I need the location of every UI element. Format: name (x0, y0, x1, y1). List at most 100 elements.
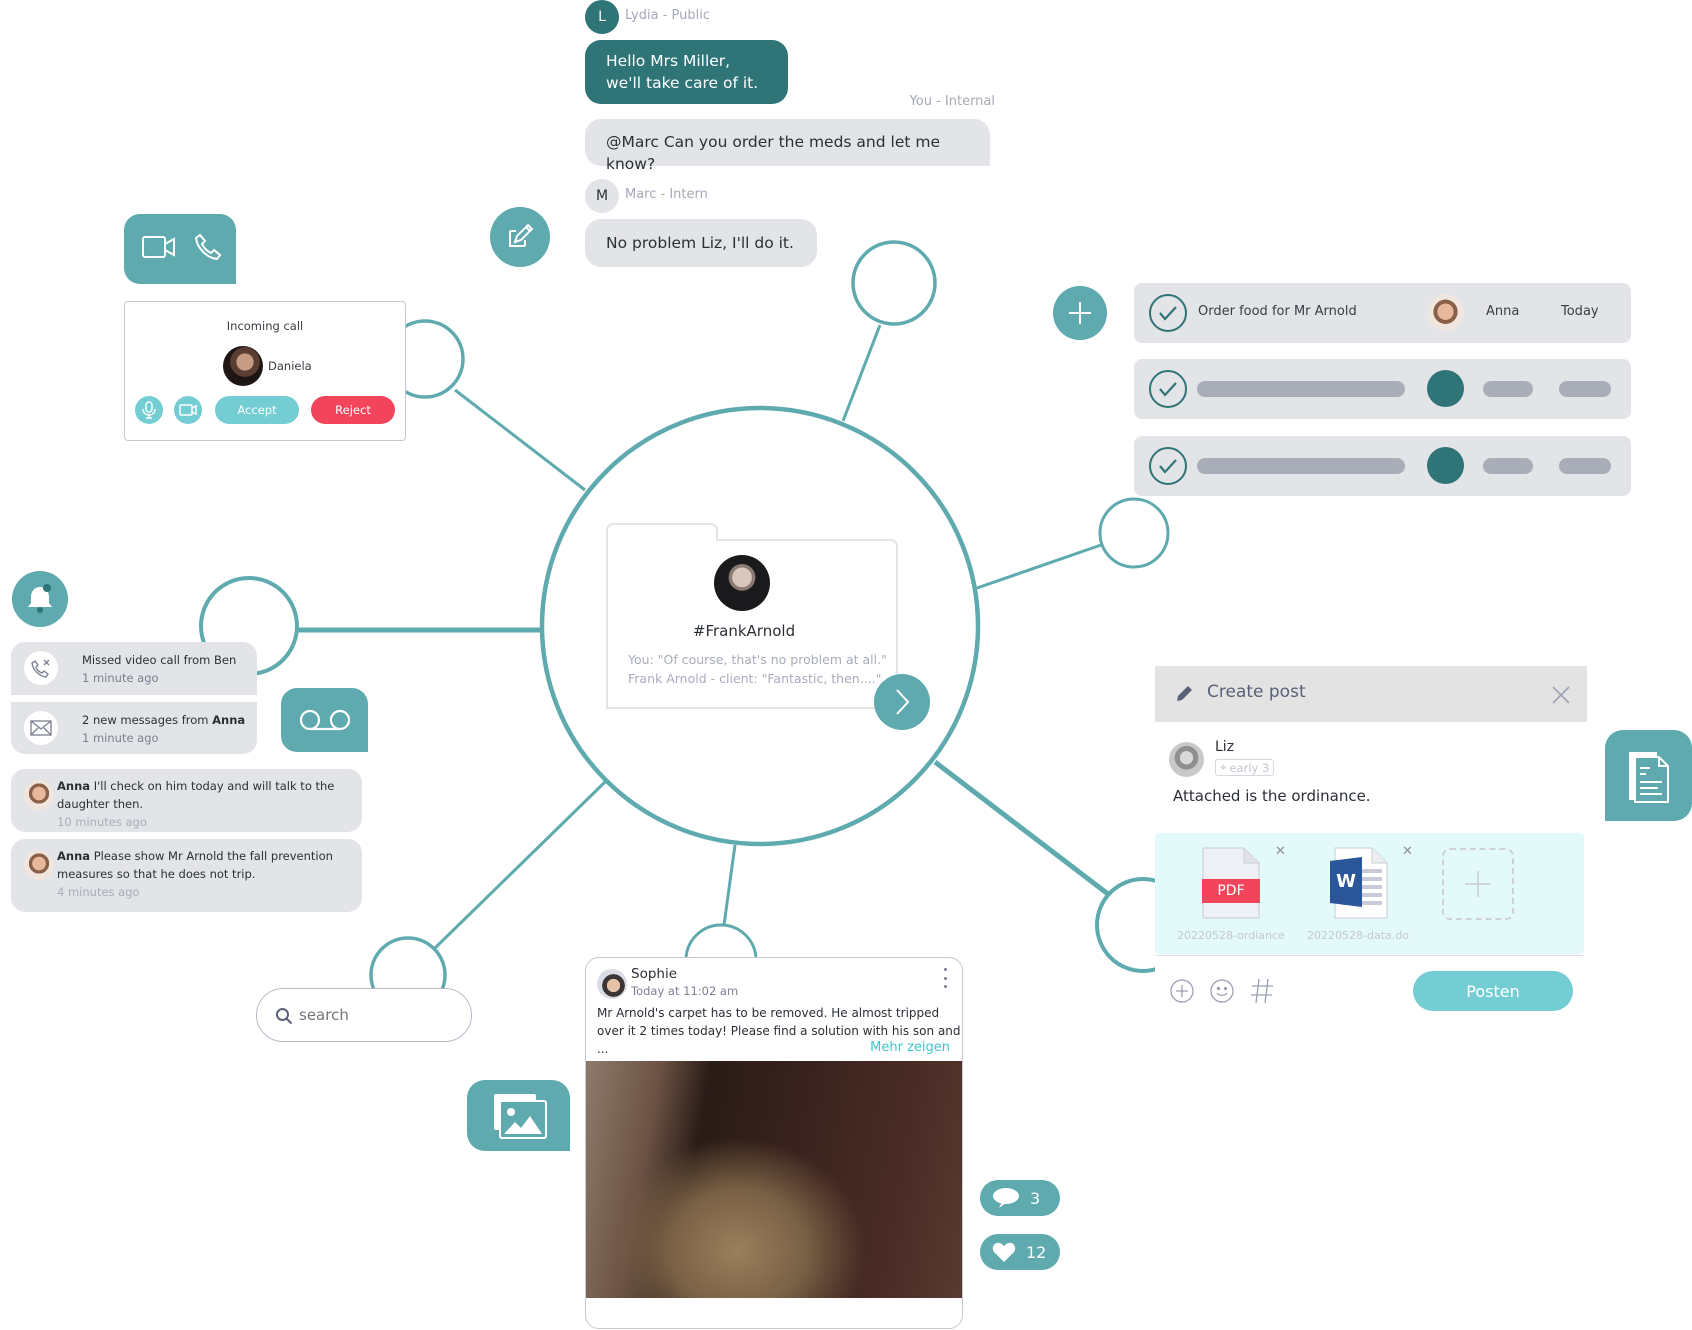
message-bubble: No problem Liz, I'll do it. (585, 219, 817, 267)
comments-count: 3 (1030, 1188, 1041, 1208)
voicemail-button[interactable] (281, 688, 368, 752)
phone-icon[interactable] (194, 233, 222, 265)
node-circle (1098, 497, 1170, 569)
remove-attachment-button[interactable]: ✕ (1402, 844, 1413, 859)
notification-item[interactable]: 2 new messages from Anna 1 minute ago (11, 702, 257, 754)
video-camera-icon (179, 404, 197, 416)
placeholder-bar (1559, 381, 1611, 397)
pencil-icon (1177, 686, 1192, 701)
task-assignee: Anna (1486, 304, 1520, 319)
remove-attachment-button[interactable]: ✕ (1275, 844, 1286, 859)
placeholder-avatar (1427, 447, 1464, 484)
attachment-type: W (1336, 871, 1356, 892)
search-field[interactable] (256, 988, 472, 1042)
submit-post-button[interactable]: Posten (1413, 971, 1573, 1011)
dot (943, 968, 947, 971)
connector-line (976, 543, 1102, 590)
notification-time: 1 minute ago (82, 671, 159, 685)
client-avatar (714, 555, 770, 611)
task-label: Order food for Mr Arnold (1198, 304, 1357, 319)
mute-button[interactable] (135, 396, 163, 424)
task-checkbox[interactable] (1149, 294, 1187, 332)
post-toolbar (1170, 978, 1274, 1004)
likes-count-button[interactable]: 12 (980, 1234, 1060, 1270)
notification-text: Missed video call from Ben (82, 653, 237, 667)
notification-time: 1 minute ago (82, 731, 159, 745)
post-menu-button[interactable] (941, 968, 949, 988)
hashtag-icon[interactable] (1250, 978, 1274, 1004)
message-text: No problem Liz, I'll do it. (606, 234, 794, 252)
envelope-icon (24, 711, 58, 745)
reject-button[interactable]: Reject (311, 396, 395, 424)
post-author: Sophie (631, 966, 678, 982)
add-circle-icon[interactable] (1170, 979, 1194, 1003)
message-meta: You - Internal (909, 94, 995, 109)
divider (1155, 955, 1584, 956)
post-tag[interactable]: ⌖ early 3 (1215, 759, 1275, 776)
comment-body: Please show Mr Arnold the fall preventio… (57, 849, 333, 881)
post-image[interactable] (586, 1061, 962, 1298)
missed-call-icon (24, 651, 58, 685)
avatar-lydia: L (585, 0, 619, 34)
attachment-word[interactable]: W (1330, 847, 1388, 919)
client-name: #FrankArnold (692, 622, 796, 640)
message-text: Hello Mrs Miller, (606, 52, 731, 70)
notification-text-prefix: 2 new messages from (82, 713, 213, 727)
image-gallery-icon (493, 1093, 547, 1139)
check-icon (1159, 459, 1177, 474)
post-body-text[interactable]: Attached is the ordinance. (1173, 787, 1371, 805)
video-camera-icon[interactable] (142, 236, 176, 262)
accept-button[interactable]: Accept (215, 396, 299, 424)
comment-item[interactable]: Anna I'll check on him today and will ta… (11, 769, 362, 832)
video-toggle-button[interactable] (174, 396, 202, 424)
notifications-button[interactable] (12, 571, 68, 627)
task-row-placeholder (1134, 436, 1631, 496)
open-client-button[interactable] (874, 674, 930, 730)
add-attachment-button[interactable] (1442, 848, 1514, 920)
close-icon[interactable] (1552, 686, 1570, 704)
plus-icon (1465, 871, 1491, 897)
notification-item[interactable]: Missed video call from Ben 1 minute ago (11, 642, 257, 695)
comment-body: I'll check on him today and will talk to… (57, 779, 335, 811)
avatar-anna (24, 780, 54, 810)
connector-line (841, 324, 882, 422)
chat-thread: L Lydia - Public Hello Mrs Miller, we'll… (585, 0, 995, 270)
heart-icon (992, 1242, 1016, 1262)
attachment-name: 20220528-ordiance (1177, 929, 1285, 942)
document-icon (1628, 751, 1669, 803)
task-checkbox[interactable] (1149, 370, 1187, 408)
connector-line (722, 844, 737, 926)
message-text: @Marc Can you order the meds and let me … (606, 133, 940, 173)
attachment-pdf[interactable]: PDF (1202, 847, 1260, 919)
add-task-button[interactable] (1053, 286, 1107, 340)
comment-item[interactable]: Anna Please show Mr Arnold the fall prev… (11, 839, 362, 912)
show-more-link[interactable]: Mehr zeigen (870, 1040, 950, 1055)
placeholder-bar (1483, 381, 1533, 397)
placeholder-bar (1483, 458, 1533, 474)
emoji-icon[interactable] (1210, 979, 1234, 1003)
gallery-button[interactable] (467, 1080, 570, 1151)
post-text-line: over it 2 times today! Please find a sol… (597, 1024, 961, 1038)
attachment-type: PDF (1217, 883, 1245, 899)
incoming-call-card: Incoming call Daniela Accept Reject (124, 301, 406, 441)
task-checkbox[interactable] (1149, 447, 1187, 485)
call-actions-tab (124, 214, 236, 284)
bell-icon (28, 584, 52, 613)
edit-button[interactable] (490, 207, 550, 267)
check-icon (1159, 382, 1177, 397)
post-author-avatar (597, 969, 627, 999)
task-row[interactable]: Order food for Mr Arnold Anna Today (1134, 283, 1631, 343)
search-input[interactable] (299, 1003, 449, 1027)
comments-count-button[interactable]: 3 (980, 1180, 1060, 1216)
microphone-icon (142, 401, 156, 419)
post-author-avatar (1169, 742, 1204, 777)
message-text: we'll take care of it. (606, 74, 759, 92)
comment-text: Anna Please show Mr Arnold the fall prev… (57, 847, 342, 901)
post-author-name: Liz (1215, 739, 1235, 755)
avatar-letter: M (595, 188, 609, 204)
caller-name: Daniela (268, 359, 312, 373)
notification-sender: Anna (212, 713, 246, 727)
avatar-letter: L (598, 9, 606, 25)
documents-button[interactable] (1605, 730, 1692, 821)
call-title: Incoming call (226, 319, 304, 333)
